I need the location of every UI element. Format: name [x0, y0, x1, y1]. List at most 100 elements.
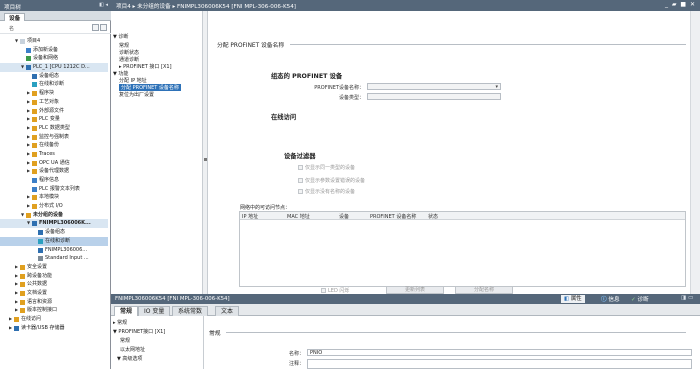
tree-item[interactable]: ▶ PLC 变量: [0, 115, 108, 124]
tree-item[interactable]: ▶ 分布式 I/O: [0, 202, 108, 211]
tree-item[interactable]: ▶ 外部源文件: [0, 107, 108, 116]
collapse-arrow-icon[interactable]: ▶: [14, 280, 19, 289]
nav-item[interactable]: 复位为出厂设置: [119, 91, 154, 98]
device-name-dropdown[interactable]: ▾: [367, 83, 501, 90]
tree-item[interactable]: ▶ 读卡器/USB 存储器: [0, 324, 108, 333]
tree-item[interactable]: ▶ PLC 数据类型: [0, 124, 108, 133]
assign-name-button[interactable]: 分配名称: [455, 286, 513, 294]
props-nav-item[interactable]: 以太网地址: [120, 346, 145, 353]
tree-item[interactable]: ▶ 跨设备功能: [0, 272, 108, 281]
tree-item[interactable]: 在线和诊断: [0, 236, 108, 246]
tree-item[interactable]: ▶ 监控与强制表: [0, 133, 108, 142]
collapse-arrow-icon[interactable]: ▶: [26, 115, 31, 124]
collapse-arrow-icon[interactable]: ▶: [26, 159, 31, 168]
collapse-arrow-icon[interactable]: ▶: [26, 167, 31, 176]
collapse-arrow-icon[interactable]: ▶: [26, 98, 31, 107]
filter-no-name-checkbox[interactable]: 仅显示没有名称的设备: [298, 188, 355, 195]
nav-item[interactable]: 通道诊断: [119, 56, 139, 63]
tab-general[interactable]: 常规: [114, 306, 139, 316]
nav-item[interactable]: 诊断状态: [119, 49, 139, 56]
properties-tab[interactable]: ◧ 属性: [561, 295, 585, 303]
tree-item[interactable]: PLC 报警文本列表: [0, 185, 108, 194]
collapse-arrow-icon[interactable]: ▶: [14, 289, 19, 298]
expand-arrow-icon[interactable]: ▼: [20, 63, 25, 72]
tree-item[interactable]: ▶ 设备代理数据: [0, 167, 108, 176]
filter-same-type-checkbox[interactable]: 仅显示同一类型的设备: [298, 164, 355, 171]
collapse-arrow-icon[interactable]: ▶: [26, 124, 31, 133]
collapse-arrow-icon[interactable]: ▶: [26, 193, 31, 202]
tree-item[interactable]: ▶ 在线备份: [0, 141, 108, 150]
nav-item[interactable]: 常规: [119, 42, 129, 49]
nav-item[interactable]: ▸ PROFINET 接口 [X1]: [119, 63, 172, 70]
collapse-arrow-icon[interactable]: ▶: [26, 107, 31, 116]
collapse-arrow-icon[interactable]: ▶: [14, 306, 19, 315]
diagnostics-tab[interactable]: ✓ 诊断: [631, 295, 649, 303]
expand-arrow-icon[interactable]: ▼: [20, 211, 25, 220]
tree-item[interactable]: ▶ 在线访问: [0, 315, 108, 324]
tree-item[interactable]: Standard Input ...: [0, 254, 108, 263]
tree-item[interactable]: ▶ 公共数据: [0, 280, 108, 289]
tree-node-icon: [32, 204, 37, 210]
tree-item[interactable]: FNIMPL306006...: [0, 246, 108, 255]
led-flash-checkbox[interactable]: LED 闪烁: [321, 287, 349, 294]
collapse-arrow-icon[interactable]: ▶: [14, 298, 19, 307]
tree-overview-icon[interactable]: [100, 24, 107, 31]
tree-item[interactable]: 在线和诊断: [0, 80, 108, 89]
tab-devices[interactable]: 设备: [4, 13, 26, 22]
collapse-arrow-icon[interactable]: ▶: [14, 263, 19, 272]
collapse-panel-icon[interactable]: ◧ ◂: [99, 2, 108, 8]
tab-io-tags[interactable]: IO 变量: [138, 306, 171, 316]
collapse-arrow-icon[interactable]: ▶: [8, 324, 13, 333]
tree-item[interactable]: ▼ 未分组的设备: [0, 211, 108, 220]
tree-item[interactable]: ▶ 本地模块: [0, 193, 108, 202]
tree-item[interactable]: ▶ 程序块: [0, 89, 108, 98]
panel-controls[interactable]: ◨ ▭: [681, 295, 693, 301]
tree-item[interactable]: 设备组态: [0, 228, 108, 237]
nav-item[interactable]: 分配 IP 地址: [119, 77, 147, 84]
tree-item[interactable]: 程序信息: [0, 176, 108, 185]
nav-item[interactable]: 分配 PROFINET 设备名称: [119, 84, 181, 91]
tab-system-constants[interactable]: 系统常数: [172, 306, 209, 316]
vertical-scrollbar[interactable]: [690, 11, 700, 294]
tree-item[interactable]: ▶ OPC UA 通信: [0, 159, 108, 168]
props-divider: [226, 332, 686, 333]
tree-item[interactable]: ▶ 文档设置: [0, 289, 108, 298]
collapse-arrow-icon[interactable]: ▶: [26, 89, 31, 98]
props-nav-item[interactable]: ▼ 高级选项: [117, 355, 142, 362]
tree-item[interactable]: ▶ 工艺对象: [0, 98, 108, 107]
tree-item-label: 跨设备功能: [27, 272, 53, 279]
collapse-arrow-icon[interactable]: ▶: [26, 202, 31, 211]
expand-arrow-icon[interactable]: ▼: [26, 219, 31, 228]
comment-field[interactable]: [307, 359, 692, 369]
tree-view-icon[interactable]: [92, 24, 99, 31]
props-nav-item[interactable]: 常规: [120, 337, 130, 344]
tree-item[interactable]: 设备组态: [0, 72, 108, 81]
collapse-arrow-icon[interactable]: ▶: [14, 272, 19, 281]
tree-item[interactable]: ▼ PLC_1 [CPU 1212C D...: [0, 63, 108, 72]
tree-item[interactable]: 设备和网络: [0, 54, 108, 63]
nav-item[interactable]: ▼ 功能: [113, 70, 128, 77]
tree-item[interactable]: ▶ 安全设置: [0, 263, 108, 272]
window-controls[interactable]: _ ▰ ■ ✕: [665, 1, 696, 8]
tree-item[interactable]: 添加新设备: [0, 46, 108, 55]
tree-node-icon: [32, 82, 37, 88]
tab-texts[interactable]: 文本: [215, 306, 240, 316]
collapse-arrow-icon[interactable]: ▶: [26, 133, 31, 142]
collapse-arrow-icon[interactable]: ▶: [26, 150, 31, 159]
expand-arrow-icon[interactable]: ▼: [14, 37, 19, 46]
info-tab[interactable]: ⓘ 信息: [601, 295, 620, 303]
props-nav-item[interactable]: ▸ 常规: [113, 319, 127, 326]
accessible-nodes-table[interactable]: IP 地址 MAC 地址 设备 PROFINET 设备名称 状态: [239, 211, 686, 287]
tree-item[interactable]: ▶ 版本控制接口: [0, 306, 108, 315]
filter-bad-params-checkbox[interactable]: 仅显示参数设置错误的设备: [298, 177, 365, 184]
tree-item[interactable]: ▶ Traces: [0, 150, 108, 159]
tree-item[interactable]: ▼ 项目4: [0, 37, 108, 46]
tree-item[interactable]: ▶ 语言和资源: [0, 298, 108, 307]
props-nav-item[interactable]: ▼ PROFINET接口 [X1]: [113, 328, 165, 335]
collapse-arrow-icon[interactable]: ▶: [26, 141, 31, 150]
nav-item[interactable]: ▼ 诊断: [113, 33, 128, 40]
collapse-arrow-icon[interactable]: ▶: [8, 315, 13, 324]
name-field[interactable]: PNIO: [307, 349, 692, 356]
update-list-button[interactable]: 更新列表: [386, 286, 444, 294]
tree-item[interactable]: ▼ FNIMPL306006K...: [0, 219, 108, 229]
